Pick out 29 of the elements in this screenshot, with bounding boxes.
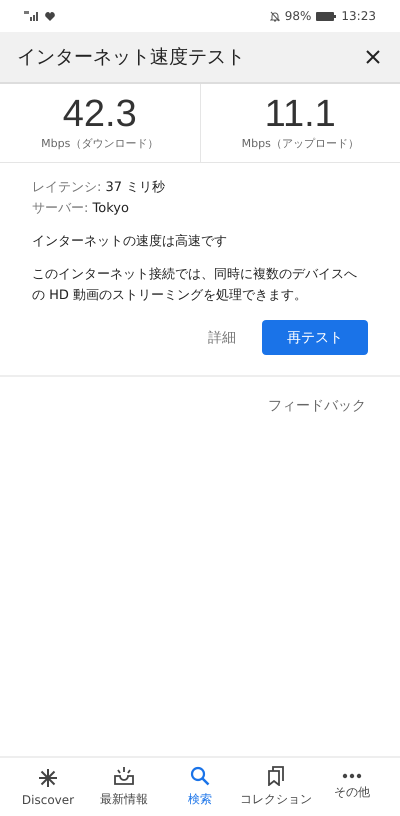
- speed-unit: Mbps（アップロード）: [242, 136, 359, 151]
- clock: 13:23: [341, 9, 376, 23]
- search-icon: [190, 766, 210, 786]
- result-headline: インターネットの速度は高速です: [32, 233, 228, 251]
- asterisk-icon: [38, 768, 58, 788]
- nav-item[interactable]: Discover: [10, 758, 86, 816]
- inbox-sparkle-icon: [113, 766, 135, 786]
- page-title: インターネット速度テスト: [17, 45, 246, 70]
- signal-icon: [24, 11, 40, 21]
- nav-item[interactable]: 最新情報: [86, 758, 162, 816]
- more-icon: [342, 773, 362, 779]
- bookmarks-icon: [267, 766, 285, 786]
- nav-item[interactable]: その他: [314, 758, 390, 816]
- muted-bell-icon: [270, 10, 280, 22]
- retest-button[interactable]: 再テスト: [262, 320, 368, 355]
- speed-value: 11.1: [264, 95, 336, 133]
- detail-line: レイテンシ: 37 ミリ秒: [32, 179, 166, 197]
- feedback-link[interactable]: フィードバック: [264, 391, 370, 421]
- heart-icon: [45, 12, 55, 20]
- speed-value: 42.3: [62, 95, 137, 133]
- battery-percent: 98%: [284, 9, 312, 23]
- close-icon[interactable]: [366, 50, 380, 64]
- details-button[interactable]: 詳細: [204, 322, 240, 352]
- nav-item[interactable]: 検索: [162, 758, 238, 816]
- battery-icon: [316, 12, 336, 20]
- detail-line: サーバー: Tokyo: [32, 200, 130, 218]
- result-description: このインターネット接続では、同時に複数のデバイスへの HD 動画のストリーミングを処理できます。: [32, 266, 358, 305]
- speed-unit: Mbps（ダウンロード）: [41, 136, 158, 151]
- nav-item[interactable]: コレクション: [238, 758, 314, 816]
